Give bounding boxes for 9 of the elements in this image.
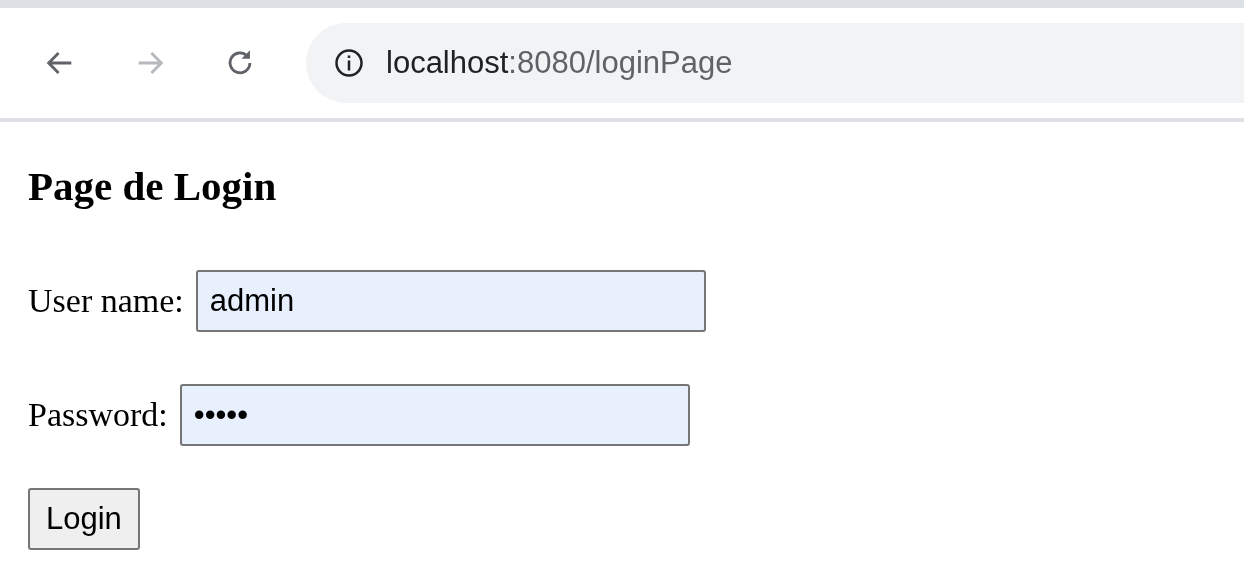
input-field[interactable]: •••••: [179, 384, 690, 446]
page-heading: Page de Login: [28, 162, 277, 210]
url-text: localhost:8080/loginPage: [386, 45, 733, 81]
field-label: Password:: [28, 396, 168, 434]
login-button[interactable]: Login: [28, 488, 140, 550]
info-icon[interactable]: [334, 48, 364, 78]
field-label: User name:: [28, 282, 184, 320]
address-bar[interactable]: localhost:8080/loginPage: [306, 23, 1244, 103]
input-field[interactable]: admin: [195, 270, 706, 332]
